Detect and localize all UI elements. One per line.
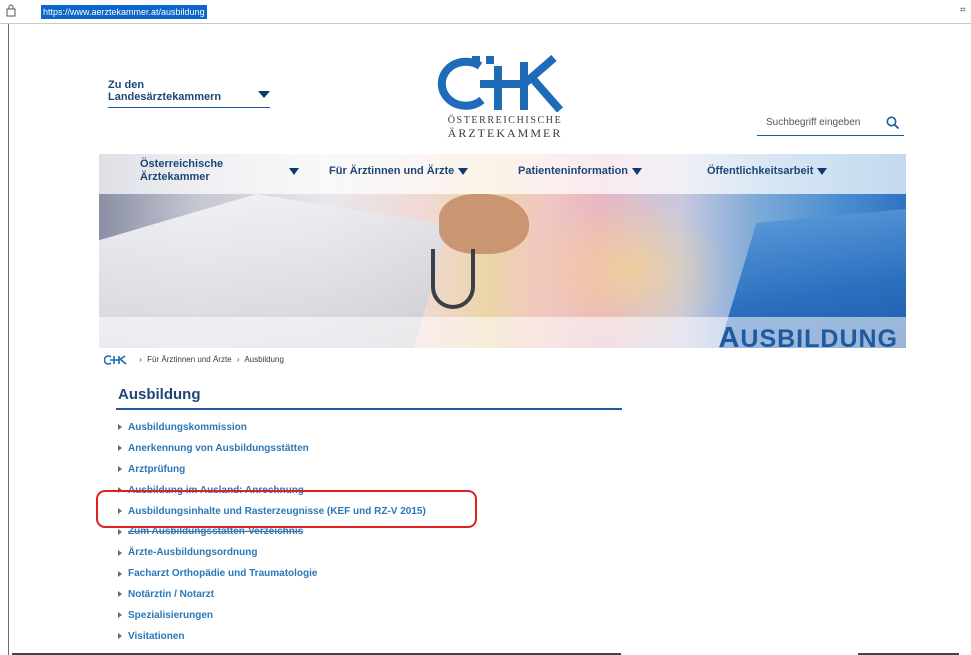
list-item-label: Visitationen [128,630,185,642]
nav-item-label: Österreichische Ärztekammer [140,158,224,183]
link-list: Ausbildungskommission Anerkennung von Au… [118,418,426,648]
caret-right-icon [118,612,122,619]
nav-item-aerzte[interactable]: Für Ärztinnen und Ärzte [329,165,469,178]
search-icon[interactable] [886,116,900,130]
home-logo-icon[interactable] [104,355,130,365]
window-frame-left [8,24,9,655]
nav-item-label: Patienteninformation [518,165,629,177]
caret-right-icon [118,424,122,431]
hero-image-hand [439,194,529,254]
browser-address-bar[interactable]: https://www.aerztekammer.at/ausbildung ⌗ [0,0,971,24]
caret-right-icon [118,445,122,452]
list-item-label: Ärzte-Ausbildungsordnung [128,547,258,559]
search-input[interactable] [757,117,875,128]
url-text[interactable]: https://www.aerztekammer.at/ausbildung [41,5,207,19]
hero-title-first: A [718,322,741,348]
nav-item-oeffentlichkeitsarbeit[interactable]: Öffentlichkeitsarbeit [707,165,828,178]
triangle-down-icon [632,167,643,175]
landesaerztekammern-label: Zu den Landesärztekammern [108,79,222,103]
caret-right-icon [118,549,122,556]
nav-item-label: Öffentlichkeitsarbeit [707,165,814,177]
list-item[interactable]: Anerkennung von Ausbildungsstätten [118,439,426,460]
breadcrumb: › Für Ärztinnen und Ärzte › Ausbildung [104,353,284,367]
page-title: Ausbildung [118,386,201,403]
breadcrumb-separator: › [236,355,240,364]
caret-right-icon [118,633,122,640]
list-item-label: Arztprüfung [128,463,186,475]
nav-item-label: Für Ärztinnen und Ärzte [329,165,455,177]
title-divider [116,408,622,410]
caret-right-icon [118,528,122,535]
list-item-label: Notärztin / Notarzt [128,589,215,601]
nav-item-patienteninformation[interactable]: Patienteninformation [518,165,643,178]
breadcrumb-separator: › [139,355,142,364]
list-item-label: Ausbildungskommission [128,422,247,433]
grid-icon[interactable]: ⌗ [960,5,966,16]
list-item[interactable]: Spezialisierungen [118,606,426,627]
list-item[interactable]: Arztprüfung [118,460,426,481]
lock-icon [6,4,16,17]
chevron-down-icon [258,91,270,98]
caret-right-icon [118,466,122,473]
dropdown-underline [108,107,270,108]
logo-text-line2: ÄRZTEKAMMER [447,126,563,140]
oeak-logo-mark [437,54,564,112]
list-item-label: Facharzt Orthopädie und Traumatologie [128,568,318,580]
list-item[interactable]: Facharzt Orthopädie und Traumatologie [118,564,426,585]
list-item-label: Spezialisierungen [128,610,214,622]
search-box[interactable] [757,114,904,136]
hero-image-stethoscope [431,249,475,309]
caret-right-icon [118,591,122,598]
landesaerztekammern-dropdown[interactable]: Zu den Landesärztekammern [108,79,270,108]
list-item[interactable]: Ärzte-Ausbildungsordnung [118,543,426,564]
triangle-down-icon [817,167,828,175]
list-item[interactable]: Visitationen [118,627,426,648]
nav-item-oeak[interactable]: Österreichische Ärztekammer [140,158,300,184]
breadcrumb-item-current: Ausbildung [244,355,284,364]
list-item-label: Zum Ausbildungsstätten-Verzeichnis [128,526,304,538]
list-item[interactable]: Notärztin / Notarzt [118,585,426,606]
hero-title: AUSBILDUNG [718,322,898,348]
triangle-down-icon [458,167,469,175]
logo-text-line1: ÖSTERREICHISCHE [447,115,563,126]
triangle-down-icon [289,168,299,175]
oeak-logo[interactable]: ÖSTERREICHISCHE ÄRZTEKAMMER [420,54,590,144]
list-item[interactable]: Ausbildungskommission [118,418,426,439]
caret-right-icon [118,570,122,577]
breadcrumb-item[interactable]: Für Ärztinnen und Ärzte [147,355,231,364]
highlight-annotation [96,490,477,528]
hero-title-rest: USBILDUNG [740,325,898,348]
list-item-label: Anerkennung von Ausbildungsstätten [128,442,309,454]
